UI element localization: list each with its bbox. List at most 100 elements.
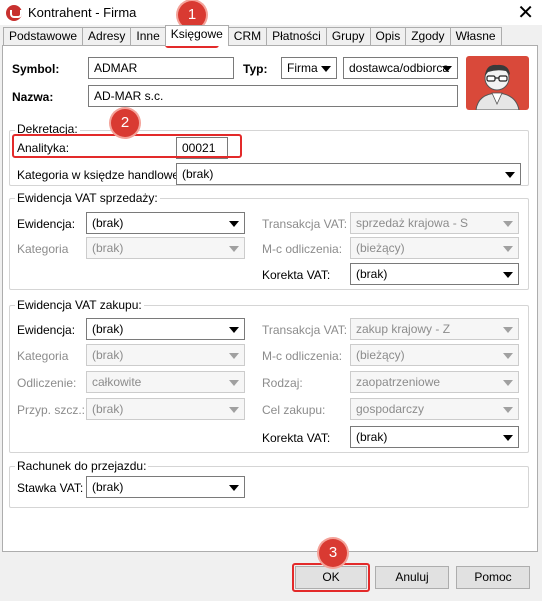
symbol-input[interactable]: ADMAR xyxy=(88,57,234,79)
sprz-transakcja-label: Transakcja VAT: xyxy=(262,217,348,231)
chevron-down-icon xyxy=(503,327,513,333)
zak-ewidencja-value: (brak) xyxy=(92,322,124,336)
sprz-korekta-select[interactable]: (brak) xyxy=(350,263,519,285)
highlight-analityka xyxy=(12,134,242,158)
vat-zakupu-title: Ewidencja VAT zakupu: xyxy=(15,298,144,312)
kategoria-ksiegi-value: (brak) xyxy=(182,167,214,181)
tab-ksiegowe[interactable]: Księgowe xyxy=(164,25,229,46)
chevron-down-icon xyxy=(505,172,515,178)
zak-mc-label: M-c odliczenia: xyxy=(262,349,343,363)
chevron-down-icon xyxy=(442,66,452,72)
chevron-down-icon xyxy=(503,221,513,227)
zak-ewidencja-select[interactable]: (brak) xyxy=(86,318,245,340)
stawka-label: Stawka VAT: xyxy=(17,481,84,495)
tab-adresy[interactable]: Adresy xyxy=(82,27,132,46)
chevron-down-icon xyxy=(229,246,239,252)
zak-transakcja-select: zakup krajowy - Z xyxy=(350,318,519,340)
tab-opis[interactable]: Opis xyxy=(369,27,407,46)
close-icon[interactable]: ✕ xyxy=(517,1,534,23)
typ2-select[interactable]: dostawca/odbiorca xyxy=(343,57,458,79)
zak-transakcja-value: zakup krajowy - Z xyxy=(356,322,451,336)
zak-cel-label: Cel zakupu: xyxy=(262,403,326,417)
tab-podstawowe[interactable]: Podstawowe xyxy=(3,27,84,46)
symbol-label: Symbol: xyxy=(12,62,60,76)
zak-rodzaj-value: zaopatrzeniowe xyxy=(356,375,441,389)
chevron-down-icon xyxy=(503,435,513,441)
chevron-down-icon xyxy=(229,380,239,386)
chevron-down-icon xyxy=(229,221,239,227)
zak-kategoria-value: (brak) xyxy=(92,348,124,362)
chevron-down-icon xyxy=(321,66,331,72)
zak-rodzaj-label: Rodzaj: xyxy=(262,376,303,390)
tab-inne[interactable]: Inne xyxy=(130,27,166,46)
stawka-select[interactable]: (brak) xyxy=(86,476,245,498)
typ2-value: dostawca/odbiorca xyxy=(349,61,450,75)
sprz-korekta-label: Korekta VAT: xyxy=(262,268,331,282)
zak-przyp-select: (brak) xyxy=(86,398,245,420)
tab-wlasne[interactable]: Własne xyxy=(449,27,502,46)
chevron-down-icon xyxy=(503,407,513,413)
help-button[interactable]: Pomoc xyxy=(456,566,530,589)
tab-zgody[interactable]: Zgody xyxy=(405,27,451,46)
chevron-down-icon xyxy=(229,485,239,491)
app-icon xyxy=(6,5,22,21)
zak-przyp-value: (brak) xyxy=(92,402,124,416)
zak-transakcja-label: Transakcja VAT: xyxy=(262,323,348,337)
highlight-ok-button xyxy=(292,563,370,592)
sprz-kategoria-value: (brak) xyxy=(92,241,124,255)
zak-korekta-select[interactable]: (brak) xyxy=(350,426,519,448)
sprz-mc-value: (bieżący) xyxy=(356,241,405,255)
zak-kategoria-select: (brak) xyxy=(86,344,245,366)
sprz-mc-label: M-c odliczenia: xyxy=(262,242,343,256)
sprz-ewidencja-label: Ewidencja: xyxy=(17,217,76,231)
chevron-down-icon xyxy=(503,272,513,278)
chevron-down-icon xyxy=(503,380,513,386)
user-avatar-icon xyxy=(475,64,520,110)
cancel-button[interactable]: Anuluj xyxy=(375,566,449,589)
zak-odliczenie-value: całkowite xyxy=(92,375,142,389)
step-badge-2: 2 xyxy=(111,109,139,137)
typ-value: Firma xyxy=(287,61,318,75)
sprz-kategoria-select: (brak) xyxy=(86,237,245,259)
rachunek-title: Rachunek do przejazdu: xyxy=(15,459,149,473)
chevron-down-icon xyxy=(503,246,513,252)
tab-crm[interactable]: CRM xyxy=(227,27,268,46)
sprz-korekta-value: (brak) xyxy=(356,267,388,281)
sprz-transakcja-select: sprzedaż krajowa - S xyxy=(350,212,519,234)
zak-ewidencja-label: Ewidencja: xyxy=(17,323,76,337)
avatar[interactable] xyxy=(466,56,529,110)
chevron-down-icon xyxy=(503,353,513,359)
zak-cel-select: gospodarczy xyxy=(350,398,519,420)
zak-przyp-label: Przyp. szcz.: xyxy=(17,403,86,417)
tab-grupy[interactable]: Grupy xyxy=(325,27,371,46)
zak-cel-value: gospodarczy xyxy=(356,402,425,416)
stawka-value: (brak) xyxy=(92,480,124,494)
tab-platnosci[interactable]: Płatności xyxy=(266,27,327,46)
step-badge-3: 3 xyxy=(319,539,347,567)
zak-odliczenie-select: całkowite xyxy=(86,371,245,393)
chevron-down-icon xyxy=(229,327,239,333)
nazwa-input[interactable]: AD-MAR s.c. xyxy=(88,85,458,107)
zak-korekta-label: Korekta VAT: xyxy=(262,431,331,445)
chevron-down-icon xyxy=(229,353,239,359)
sprz-transakcja-value: sprzedaż krajowa - S xyxy=(356,216,469,230)
zak-mc-value: (bieżący) xyxy=(356,348,405,362)
zak-korekta-value: (brak) xyxy=(356,430,388,444)
kategoria-ksiegi-select[interactable]: (brak) xyxy=(176,163,521,185)
kategoria-ksiegi-label: Kategoria w księdze handlowej: xyxy=(17,168,186,182)
zak-kategoria-label: Kategoria xyxy=(17,349,69,363)
sprz-kategoria-label: Kategoria xyxy=(17,242,69,256)
zak-rodzaj-select: zaopatrzeniowe xyxy=(350,371,519,393)
sprz-ewidencja-select[interactable]: (brak) xyxy=(86,212,245,234)
sprz-mc-select: (bieżący) xyxy=(350,237,519,259)
typ-select[interactable]: Firma xyxy=(281,57,337,79)
sprz-ewidencja-value: (brak) xyxy=(92,216,124,230)
zak-odliczenie-label: Odliczenie: xyxy=(17,376,77,390)
vat-sprzedazy-title: Ewidencja VAT sprzedaży: xyxy=(15,191,160,205)
chevron-down-icon xyxy=(229,407,239,413)
window-title: Kontrahent - Firma xyxy=(28,5,137,20)
zak-mc-select: (bieżący) xyxy=(350,344,519,366)
typ-label: Typ: xyxy=(243,62,268,76)
nazwa-label: Nazwa: xyxy=(12,90,54,104)
title-bar: Kontrahent - Firma ✕ xyxy=(0,0,542,25)
